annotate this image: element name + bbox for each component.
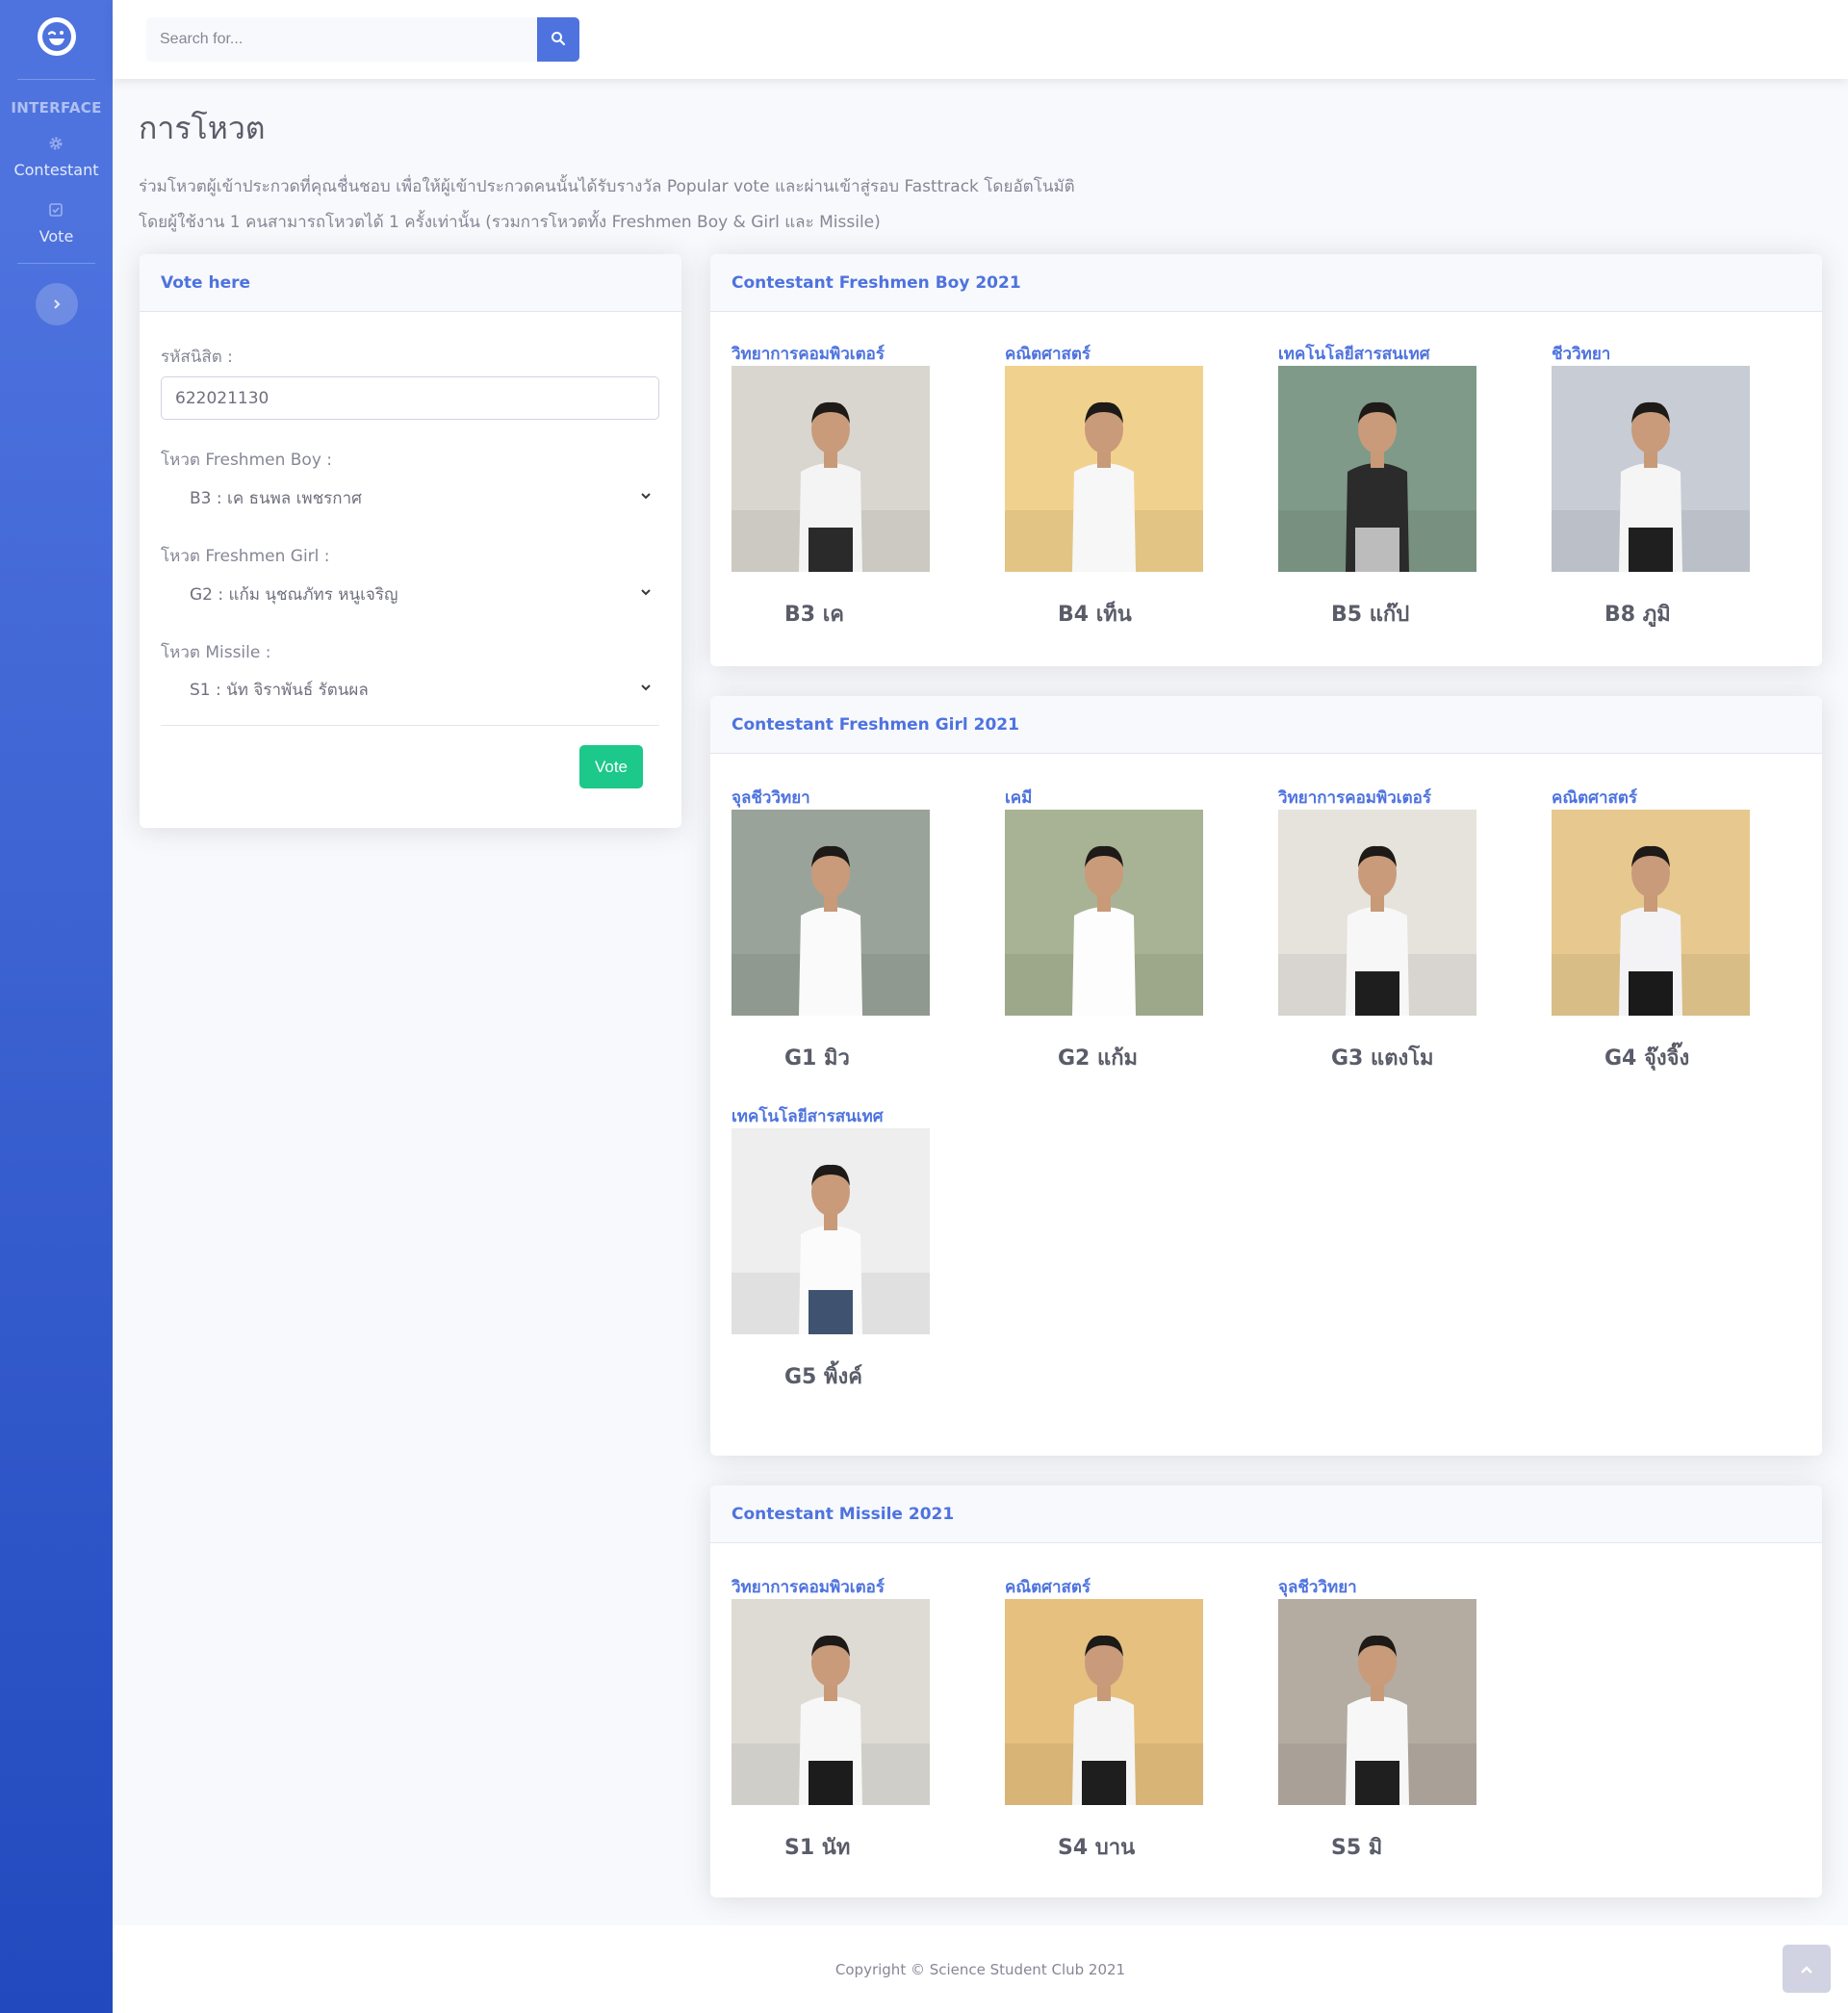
search-input[interactable] bbox=[146, 17, 537, 62]
contestant-card[interactable]: วิทยาการคอมพิวเตอร์ B3 เค bbox=[732, 341, 930, 631]
contestant-name: G5 พิ้งค์ bbox=[784, 1365, 862, 1389]
boys-card: Contestant Freshmen Boy 2021 วิทยาการคอม… bbox=[710, 254, 1822, 666]
search-button[interactable] bbox=[537, 17, 579, 62]
contestant-faculty: วิทยาการคอมพิวเตอร์ bbox=[1278, 788, 1431, 808]
contestant-photo bbox=[732, 1599, 930, 1805]
description-line: ร่วมโหวตผู้เข้าประกวดที่คุณชื่นชอบ เพื่อ… bbox=[139, 177, 1075, 196]
contestant-card[interactable]: คณิตศาสตร์ B4 เท็น bbox=[1005, 341, 1203, 631]
check-square-icon bbox=[48, 202, 64, 221]
page-title: การโหวต bbox=[139, 110, 266, 146]
contestant-card[interactable]: จุลชีววิทยา S5 มิ bbox=[1278, 1574, 1476, 1864]
form-divider bbox=[161, 725, 659, 726]
missile-card: Contestant Missile 2021 วิทยาการคอมพิวเต… bbox=[710, 1485, 1822, 1897]
contestant-photo bbox=[1278, 1599, 1476, 1805]
contestant-card[interactable]: คณิตศาสตร์ S4 บาน bbox=[1005, 1574, 1203, 1864]
contestant-name: G2 แก้ม bbox=[1058, 1046, 1139, 1071]
sidebar-item-vote[interactable]: Vote bbox=[38, 202, 74, 245]
student-id-field[interactable]: 622021130 bbox=[161, 376, 659, 420]
contestant-card[interactable]: เทคโนโลยีสารสนเทศ G5 พิ้งค์ bbox=[732, 1103, 930, 1393]
contestant-card[interactable]: จุลชีววิทยา G1 มิว bbox=[732, 785, 930, 1074]
sidebar: INTERFACE Contestant Vote bbox=[0, 0, 113, 2013]
sidebar-divider bbox=[17, 263, 95, 264]
contestant-photo bbox=[1005, 366, 1203, 572]
search-form bbox=[146, 17, 579, 62]
contestant-photo bbox=[1552, 810, 1750, 1016]
boy-vote-value: B3 : เค ธนพล เพชรกาศ bbox=[190, 488, 362, 508]
sidebar-item-label: Vote bbox=[38, 227, 74, 245]
grin-wink-icon[interactable] bbox=[37, 17, 76, 56]
contestant-name: S5 มิ bbox=[1331, 1836, 1383, 1860]
missile-vote-label: โหวต Missile : bbox=[161, 643, 271, 662]
vote-button[interactable]: Vote bbox=[579, 745, 643, 788]
vote-card: Vote here รหัสนิสิต : 622021130 โหวต Fre… bbox=[140, 254, 681, 828]
contestant-faculty: คณิตศาสตร์ bbox=[1005, 345, 1091, 364]
contestant-photo bbox=[732, 1128, 930, 1334]
contestant-photo bbox=[732, 810, 930, 1016]
search-icon bbox=[551, 31, 566, 49]
contestant-photo bbox=[1552, 366, 1750, 572]
contestant-card[interactable]: คณิตศาสตร์ G4 จุ๊งจิ๊ง bbox=[1552, 785, 1750, 1074]
girl-vote-label: โหวต Freshmen Girl : bbox=[161, 547, 330, 566]
contestant-name: G4 จุ๊งจิ๊ง bbox=[1604, 1046, 1690, 1071]
footer: Copyright © Science Student Club 2021 bbox=[113, 1925, 1848, 2013]
sidebar-item-contestant[interactable]: Contestant bbox=[13, 136, 99, 179]
girls-card-header: Contestant Freshmen Girl 2021 bbox=[710, 696, 1822, 754]
vote-card-header: Vote here bbox=[140, 254, 681, 312]
contestant-faculty: วิทยาการคอมพิวเตอร์ bbox=[732, 345, 885, 364]
contestant-faculty: ชีววิทยา bbox=[1552, 345, 1611, 364]
chevron-down-icon bbox=[638, 584, 654, 600]
contestant-photo bbox=[1278, 366, 1476, 572]
contestant-card[interactable]: เคมี G2 แก้ม bbox=[1005, 785, 1203, 1074]
contestant-name: S4 บาน bbox=[1058, 1836, 1136, 1860]
contestant-card[interactable]: เทคโนโลยีสารสนเทศ B5 แก๊ป bbox=[1278, 341, 1476, 631]
contestant-faculty: คณิตศาสตร์ bbox=[1005, 1578, 1091, 1597]
scroll-to-top-button[interactable] bbox=[1783, 1945, 1831, 1993]
girl-vote-value: G2 : แก้ม นุชณภัทร หนูเจริญ bbox=[190, 584, 398, 605]
boy-vote-label: โหวต Freshmen Boy : bbox=[161, 451, 333, 470]
topbar bbox=[113, 0, 1848, 79]
angle-up-icon bbox=[1800, 1960, 1813, 1978]
contestant-card[interactable]: วิทยาการคอมพิวเตอร์ G3 แตงโม bbox=[1278, 785, 1476, 1074]
chevron-right-icon bbox=[51, 295, 63, 315]
contestant-photo bbox=[732, 366, 930, 572]
contestant-faculty: วิทยาการคอมพิวเตอร์ bbox=[732, 1578, 885, 1597]
contestant-name: S1 นัท bbox=[784, 1836, 851, 1860]
contestant-faculty: จุลชีววิทยา bbox=[1278, 1578, 1357, 1597]
contestant-name: B4 เท็น bbox=[1058, 603, 1132, 627]
sidebar-toggle-button[interactable] bbox=[35, 283, 78, 325]
boys-card-header: Contestant Freshmen Boy 2021 bbox=[710, 254, 1822, 312]
sidebar-heading: INTERFACE bbox=[11, 99, 102, 116]
sidebar-item-label: Contestant bbox=[13, 161, 99, 179]
contestant-name: G3 แตงโม bbox=[1331, 1046, 1434, 1071]
contestant-faculty: เทคโนโลยีสารสนเทศ bbox=[732, 1107, 884, 1126]
contestant-card[interactable]: ชีววิทยา B8 ภูมิ bbox=[1552, 341, 1750, 631]
contestant-photo bbox=[1005, 810, 1203, 1016]
cog-icon bbox=[48, 136, 64, 155]
missile-vote-value: S1 : นัท จิราพันธ์ รัตนผล bbox=[190, 680, 369, 700]
contestant-faculty: จุลชีววิทยา bbox=[732, 788, 810, 808]
student-id-label: รหัสนิสิต : bbox=[161, 348, 233, 367]
page-description: ร่วมโหวตผู้เข้าประกวดที่คุณชื่นชอบ เพื่อ… bbox=[139, 169, 1101, 241]
boy-vote-select[interactable]: B3 : เค ธนพล เพชรกาศ bbox=[161, 478, 659, 517]
contestant-name: B5 แก๊ป bbox=[1331, 603, 1410, 627]
copyright-text: Copyright © Science Student Club 2021 bbox=[834, 1960, 1126, 1978]
chevron-down-icon bbox=[638, 680, 654, 695]
contestant-faculty: เคมี bbox=[1005, 788, 1033, 808]
contestant-name: G1 มิว bbox=[784, 1046, 850, 1071]
contestant-faculty: เทคโนโลยีสารสนเทศ bbox=[1278, 345, 1430, 364]
girls-card: Contestant Freshmen Girl 2021 จุลชีววิทย… bbox=[710, 696, 1822, 1456]
sidebar-divider bbox=[17, 79, 95, 80]
girl-vote-select[interactable]: G2 : แก้ม นุชณภัทร หนูเจริญ bbox=[161, 575, 659, 613]
missile-vote-select[interactable]: S1 : นัท จิราพันธ์ รัตนผล bbox=[161, 670, 659, 709]
contestant-photo bbox=[1278, 810, 1476, 1016]
contestant-faculty: คณิตศาสตร์ bbox=[1552, 788, 1638, 808]
contestant-name: B3 เค bbox=[784, 603, 844, 627]
chevron-down-icon bbox=[638, 488, 654, 503]
contestant-name: B8 ภูมิ bbox=[1604, 603, 1671, 627]
contestant-photo bbox=[1005, 1599, 1203, 1805]
contestant-card[interactable]: วิทยาการคอมพิวเตอร์ S1 นัท bbox=[732, 1574, 930, 1864]
description-line: โดยผู้ใช้งาน 1 คนสามารถโหวตได้ 1 ครั้งเท… bbox=[139, 213, 881, 232]
missile-card-header: Contestant Missile 2021 bbox=[710, 1485, 1822, 1543]
